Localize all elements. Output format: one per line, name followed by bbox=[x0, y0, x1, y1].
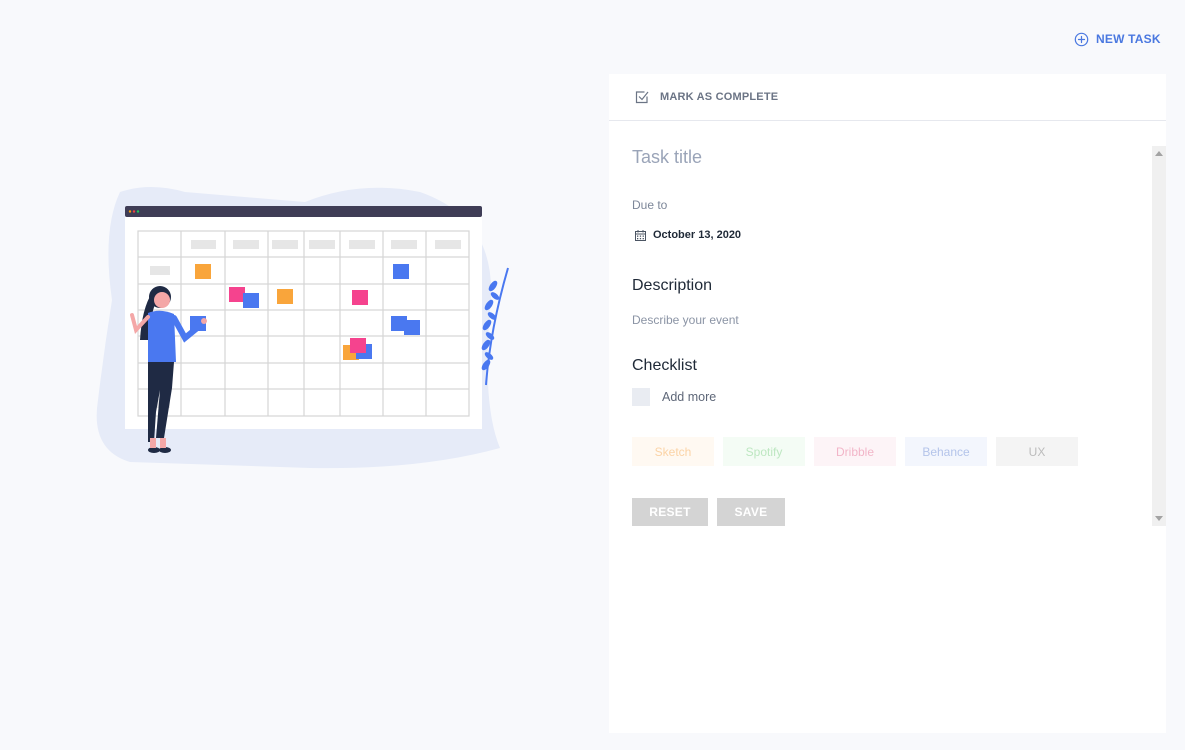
check-square-icon bbox=[635, 91, 649, 104]
checklist-checkbox[interactable] bbox=[632, 388, 650, 406]
reset-button[interactable]: RESET bbox=[632, 498, 708, 526]
task-form: Due to October 13, 2020 Description Chec… bbox=[609, 146, 1166, 526]
task-detail-panel: MARK AS COMPLETE Due to October 13, 2020… bbox=[609, 74, 1166, 733]
new-task-label: NEW TASK bbox=[1096, 32, 1161, 46]
tag-sketch[interactable]: Sketch bbox=[632, 437, 714, 466]
save-button[interactable]: SAVE bbox=[717, 498, 785, 526]
tag-ux[interactable]: UX bbox=[996, 437, 1078, 466]
mark-as-complete-button[interactable]: MARK AS COMPLETE bbox=[609, 74, 1166, 121]
calendar-planning-illustration bbox=[90, 180, 520, 470]
tag-list: Sketch Spotify Dribble Behance UX bbox=[632, 437, 1078, 466]
due-date-picker[interactable]: October 13, 2020 bbox=[635, 229, 741, 241]
mark-as-complete-label: MARK AS COMPLETE bbox=[660, 91, 779, 103]
form-actions: RESET SAVE bbox=[632, 498, 785, 526]
calendar-icon bbox=[635, 229, 646, 241]
scroll-up-arrow-icon[interactable] bbox=[1155, 151, 1163, 156]
due-date-value: October 13, 2020 bbox=[653, 229, 742, 241]
add-more-checklist-item[interactable]: Add more bbox=[662, 390, 716, 404]
plus-circle-icon bbox=[1074, 32, 1089, 46]
tag-behance[interactable]: Behance bbox=[905, 437, 987, 466]
task-title-input[interactable] bbox=[632, 146, 1132, 168]
tag-spotify[interactable]: Spotify bbox=[723, 437, 805, 466]
due-label: Due to bbox=[632, 198, 668, 212]
description-title: Description bbox=[632, 277, 713, 294]
scroll-down-arrow-icon[interactable] bbox=[1155, 516, 1163, 521]
tag-dribble[interactable]: Dribble bbox=[814, 437, 896, 466]
description-input[interactable] bbox=[632, 311, 1112, 329]
new-task-button[interactable]: NEW TASK bbox=[1074, 30, 1161, 48]
form-scrollbar[interactable] bbox=[1152, 146, 1166, 526]
checklist-title: Checklist bbox=[632, 357, 697, 374]
